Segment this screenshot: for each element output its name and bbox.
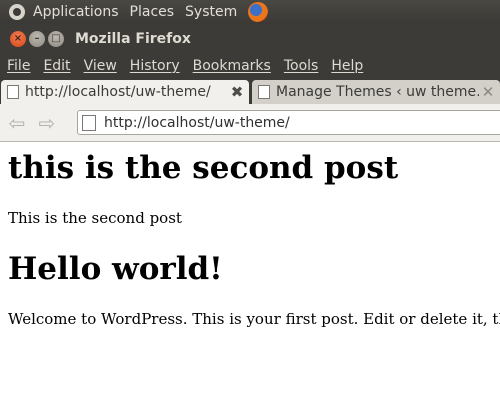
panel-menu-system[interactable]: System: [185, 4, 237, 20]
window-minimize-button[interactable]: –: [29, 31, 45, 47]
navigation-toolbar: ⇦ ⇨ http://localhost/uw-theme/: [0, 104, 500, 142]
menu-bar: File Edit View History Bookmarks Tools H…: [0, 54, 500, 78]
menu-edit[interactable]: Edit: [43, 58, 70, 74]
tab-close-icon[interactable]: ✕: [479, 83, 497, 101]
post-body-hello-world: Welcome to WordPress. This is your first…: [8, 310, 500, 328]
menu-history[interactable]: History: [130, 58, 180, 74]
panel-menu-applications[interactable]: Applications: [33, 4, 119, 20]
page-icon: [258, 85, 270, 99]
forward-arrow-icon[interactable]: ⇨: [36, 111, 58, 135]
menu-tools[interactable]: Tools: [284, 58, 319, 74]
window-maximize-button[interactable]: □: [48, 31, 64, 47]
menu-file[interactable]: File: [7, 58, 30, 74]
panel-menu-places[interactable]: Places: [130, 4, 175, 20]
post-title-second[interactable]: this is the second post: [8, 150, 398, 186]
firefox-icon[interactable]: [248, 2, 269, 22]
window-close-button[interactable]: ×: [10, 31, 26, 47]
page-content: this is the second post This is the seco…: [0, 142, 500, 400]
ubuntu-logo-icon[interactable]: [9, 4, 25, 20]
tab-label: http://localhost/uw-theme/: [25, 84, 211, 100]
page-icon: [7, 85, 19, 99]
window-titlebar[interactable]: × – □ Mozilla Firefox: [0, 24, 500, 54]
back-arrow-icon[interactable]: ⇦: [6, 111, 28, 135]
window-title: Mozilla Firefox: [75, 31, 191, 47]
tab-manage-themes[interactable]: Manage Themes ‹ uw theme… ✕: [252, 80, 500, 104]
gnome-top-panel: Applications Places System: [0, 0, 500, 24]
tab-strip: http://localhost/uw-theme/ ✖ Manage Them…: [0, 78, 500, 104]
menu-help[interactable]: Help: [331, 58, 363, 74]
site-identity-icon[interactable]: [82, 114, 96, 131]
tab-label: Manage Themes ‹ uw theme…: [276, 84, 479, 100]
post-body-second: This is the second post: [8, 209, 182, 227]
post-title-hello-world[interactable]: Hello world!: [8, 251, 223, 287]
menu-bookmarks[interactable]: Bookmarks: [193, 58, 271, 74]
url-text[interactable]: http://localhost/uw-theme/: [104, 115, 290, 131]
tab-uw-theme[interactable]: http://localhost/uw-theme/ ✖: [1, 80, 249, 104]
menu-view[interactable]: View: [84, 58, 117, 74]
url-bar[interactable]: http://localhost/uw-theme/: [77, 110, 500, 135]
tab-close-icon[interactable]: ✖: [228, 83, 246, 101]
